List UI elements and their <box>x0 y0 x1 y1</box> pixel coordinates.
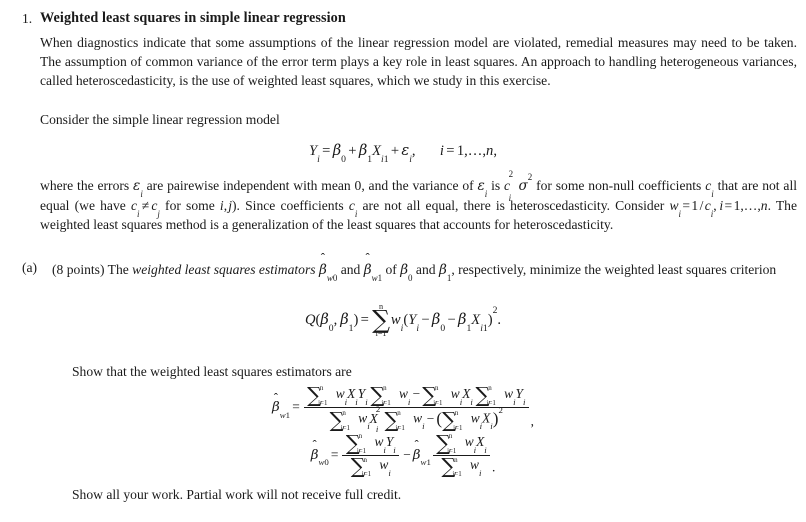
part-a-seg-3: and <box>337 262 364 277</box>
where-seg-2: are pairewise independent with mean 0, a… <box>142 178 478 193</box>
fraction-beta-w0-first: ∑ n i=1 wiYi ∑ n i=1 wi <box>342 432 400 479</box>
math-variance-ci2-sigma2: c i 2 σ2 <box>504 169 533 203</box>
intro-paragraph: When diagnostics indicate that some assu… <box>40 35 797 89</box>
part-a-seg-1: The <box>104 262 133 277</box>
fraction-beta-w0-second: ∑ n i=1 wiXi ∑ n i=1 wi <box>432 432 491 479</box>
where-seg-8: are not all equal, there is heteroscedas… <box>357 198 670 214</box>
math-beta-hat-w1: ̂βw1 <box>363 262 383 283</box>
math-c-i: ci <box>705 178 714 199</box>
fraction-denominator: ∑ n i=1 wi <box>441 454 482 479</box>
where-seg-4: for some non-null coefficients <box>532 178 706 193</box>
part-a-emphasis: weighted least squares estimators <box>132 262 316 277</box>
math-beta-1: β1 <box>438 262 452 283</box>
math-ci-neq-cj: ci≠ cj <box>130 198 160 219</box>
where-paragraph: where the errors εi are pairewise indepe… <box>40 169 797 235</box>
fraction-denominator: ∑ n i=1 wi <box>350 454 391 479</box>
where-seg-1: where the errors <box>40 178 134 193</box>
math-beta-hat-w0: ̂βw0 <box>318 262 338 283</box>
part-a-seg-4: of <box>382 262 401 277</box>
fraction-numerator: ∑ n i=1 wiXi <box>432 432 491 457</box>
part-a-points: (8 points) <box>52 262 105 277</box>
fraction-beta-w1: ∑ n i=1 wiXiYi ∑ n i=1 wi− ∑ n i=1 wiXi ∑ n i=1 wiYi … <box>303 384 529 435</box>
where-seg-3: is <box>487 178 505 193</box>
problem-title: Weighted least squares in simple linear … <box>40 9 800 27</box>
equation-beta-w0: ̂βw0= ∑ni=1wiYi ∑ni=1wi −̂βw1 ∑ni=1wiXi … <box>310 431 496 479</box>
math-beta-0: β0 <box>400 262 413 283</box>
equation-model: Yi= β0+ β1Xi1+ εi, i = 1,…,n, <box>308 142 497 165</box>
math-epsilon-i: εi <box>133 178 143 199</box>
enumerate-marker-1: 1. <box>22 10 36 28</box>
problem-title-text: Weighted least squares in simple linear … <box>40 10 346 26</box>
equation-criterion: Q(β0, β1) = n ∑ i=1 wi(Yi− β0− β1Xi1)2. <box>304 302 502 339</box>
where-seg-6: for some <box>159 198 220 214</box>
show-work-line: Show all your work. Partial work will no… <box>72 487 402 502</box>
fraction-numerator: ∑ n i=1 wiXiYi ∑ n i=1 wi− ∑ n i=1 wiXi ∑ n i=1 wiYi <box>303 384 529 409</box>
part-a-seg-5: and <box>412 262 439 277</box>
math-i-j: i, j <box>219 198 233 214</box>
part-a-paragraph: (8 points) The weighted least squares es… <box>52 260 797 283</box>
math-w-definition: wi=1/ci, i=1,…,n <box>669 198 768 219</box>
consider-line: Consider the simple linear regression mo… <box>40 112 280 127</box>
where-seg-7: ). Since coefficients <box>232 198 349 214</box>
summation-operator: n ∑ i=1 <box>372 302 391 339</box>
show-that-line: Show that the weighted least squares est… <box>72 364 352 379</box>
fraction-numerator: ∑ n i=1 wiYi <box>342 432 400 457</box>
part-a-marker: (a) <box>22 260 38 275</box>
item-number: 1. <box>22 11 33 26</box>
math-epsilon-i-2: εi <box>477 178 488 199</box>
equation-beta-w1: ̂βw1= ∑ni=1wiXiYi ∑ni=1wi−∑ni=1wiXi ∑ni=… <box>271 383 534 435</box>
fraction-denominator: ∑ n i=1 wiX i 2 ∑ n i=1 wi− (∑ n i=1 wiXi)2 <box>329 404 503 435</box>
document-page: 1. Weighted least squares in simple line… <box>0 0 806 522</box>
part-a-seg-6: , respectively, minimize the weighted le… <box>451 262 777 277</box>
